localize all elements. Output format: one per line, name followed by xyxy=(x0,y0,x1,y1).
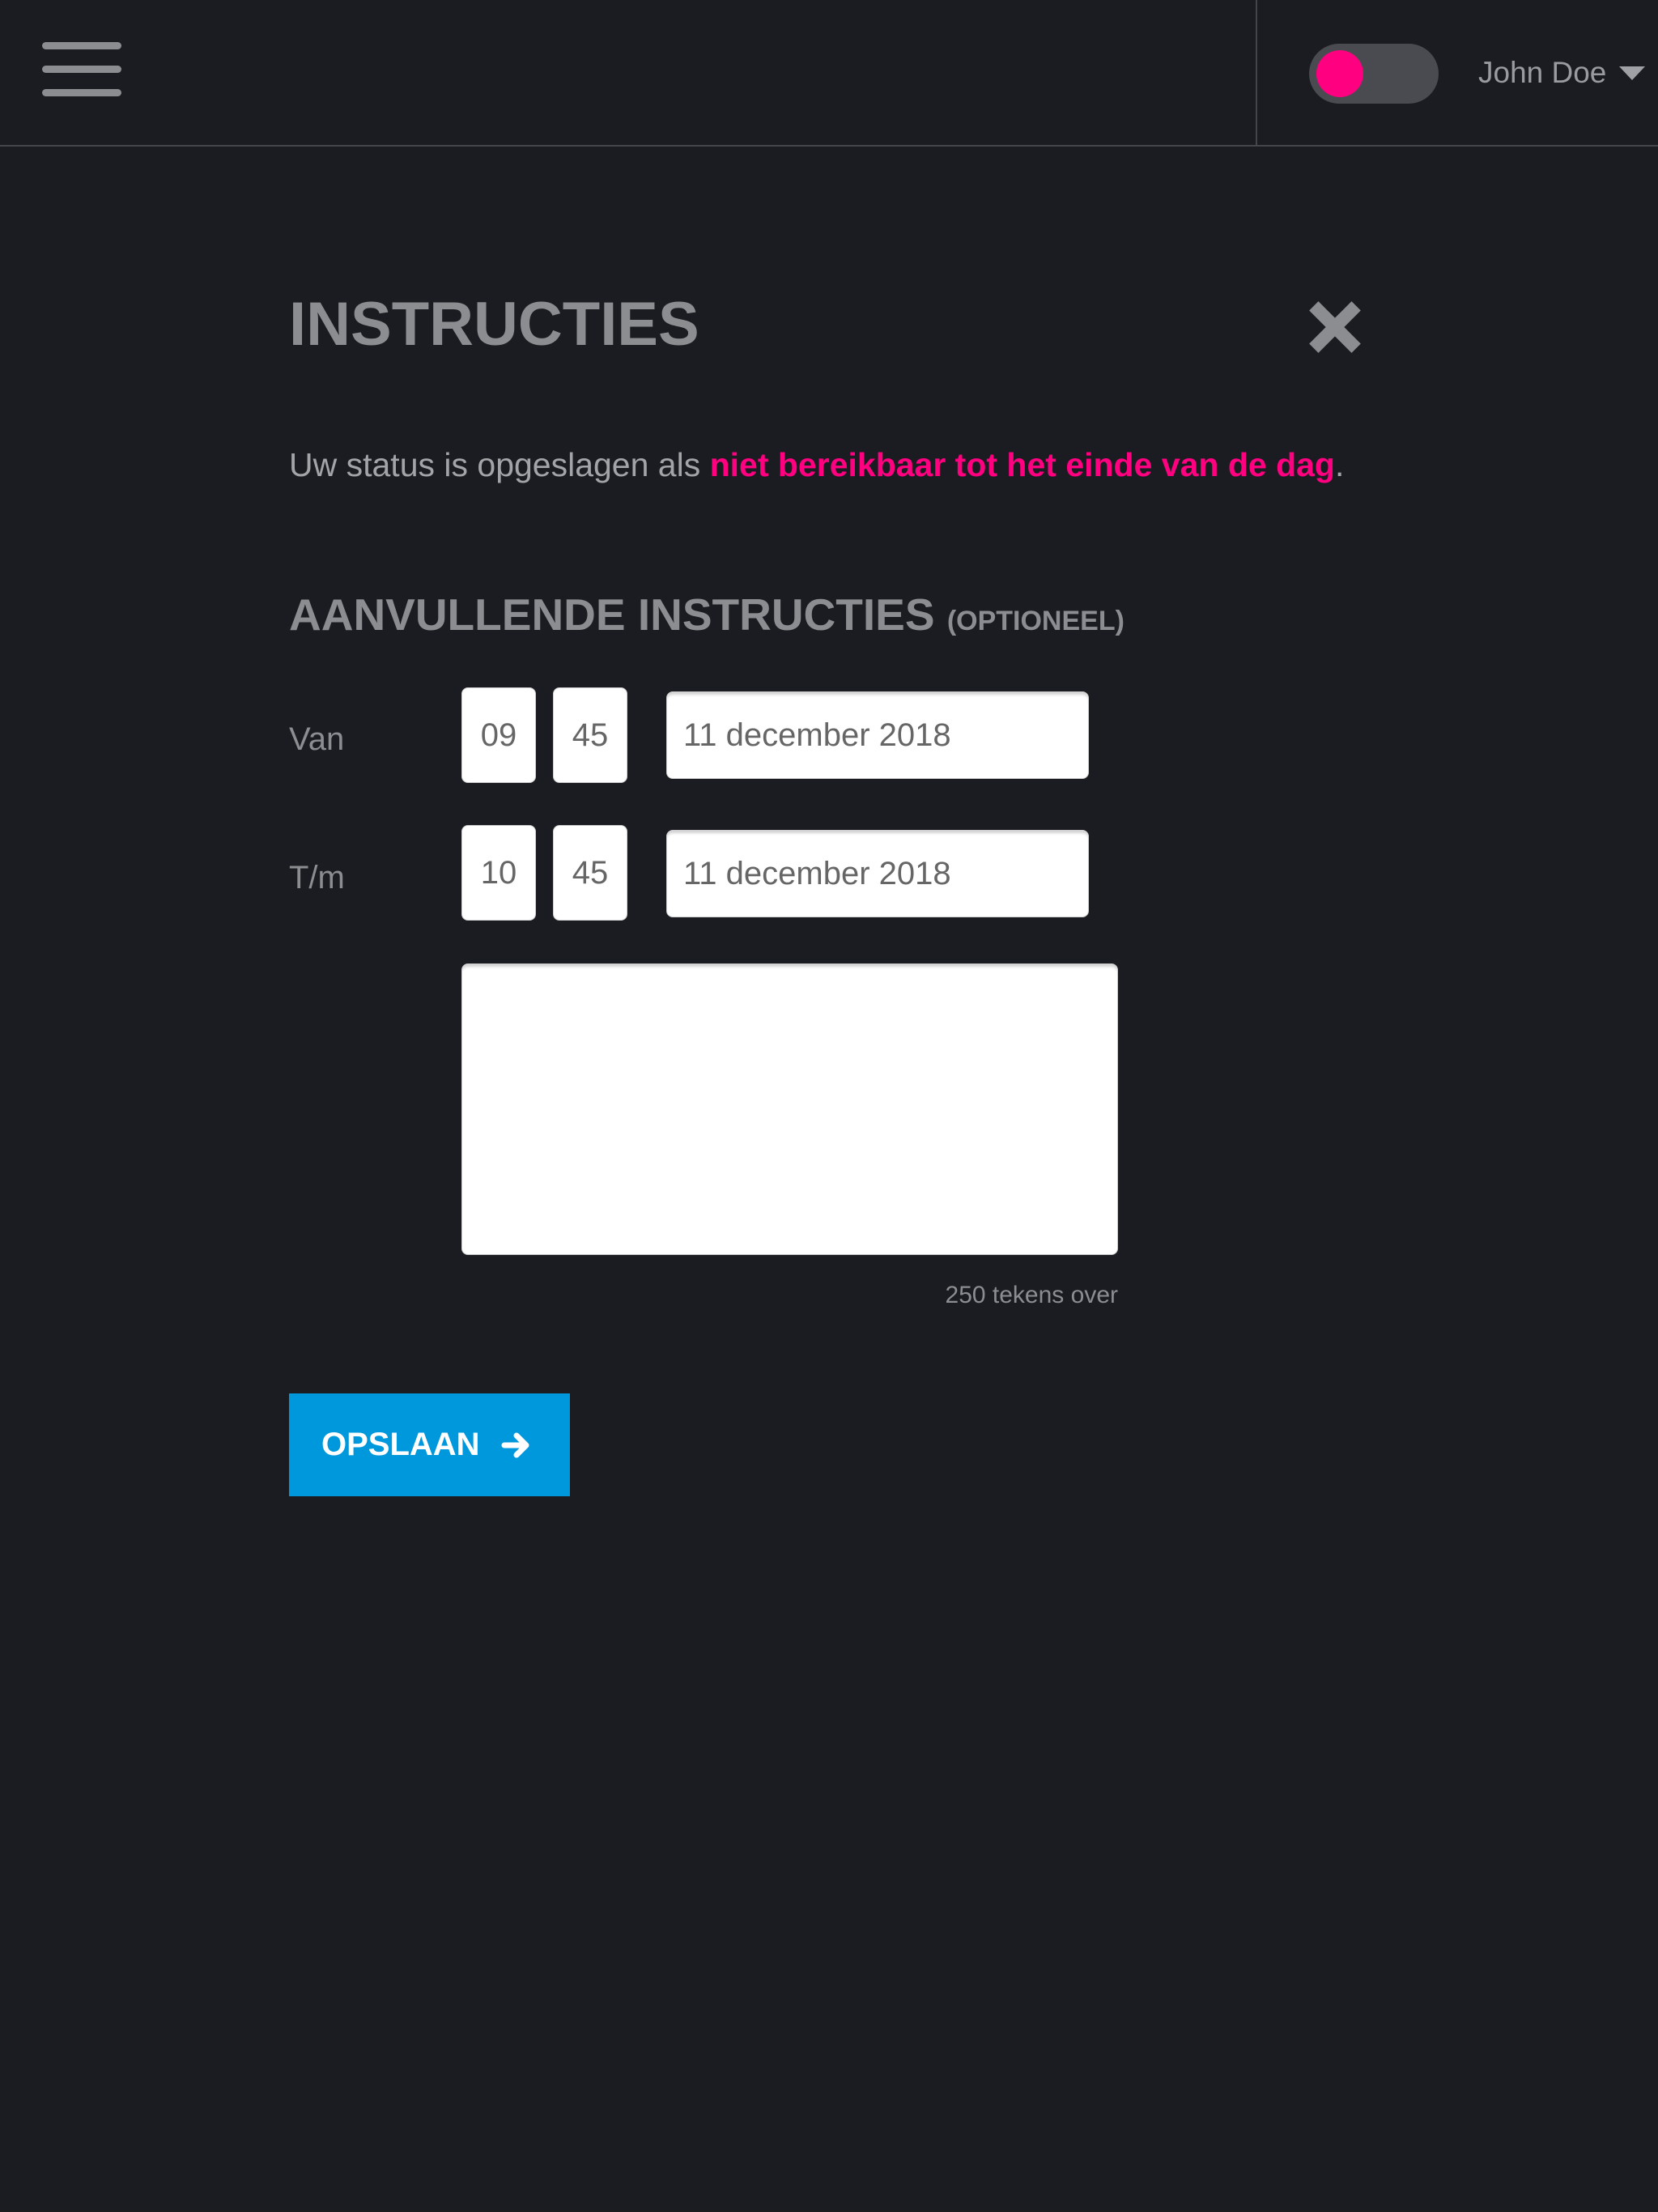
until-label: T/m xyxy=(289,860,345,895)
header-divider xyxy=(1256,0,1257,147)
from-hour-input[interactable] xyxy=(461,687,536,783)
hamburger-menu-icon[interactable] xyxy=(42,42,121,97)
close-icon[interactable] xyxy=(1305,297,1365,357)
section-title: AANVULLENDE INSTRUCTIES (OPTIONEEL) xyxy=(289,586,1124,649)
status-suffix: . xyxy=(1334,446,1345,483)
arrow-right-icon xyxy=(501,1432,529,1457)
caret-down-icon xyxy=(1619,66,1646,80)
optional-label: (OPTIONEEL) xyxy=(946,606,1124,636)
from-date-input[interactable] xyxy=(666,691,1089,779)
from-label: Van xyxy=(289,721,345,757)
save-button-label: OPSLAAN xyxy=(321,1427,480,1462)
until-minute-input[interactable] xyxy=(553,825,627,921)
section-title-text: AANVULLENDE INSTRUCTIES xyxy=(289,589,935,640)
toggle-knob xyxy=(1316,50,1363,97)
until-hour-input[interactable] xyxy=(461,825,536,921)
char-counter: 250 tekens over xyxy=(945,1282,1118,1308)
from-minute-input[interactable] xyxy=(553,687,627,783)
until-date-input[interactable] xyxy=(666,830,1089,917)
status-prefix: Uw status is opgeslagen als xyxy=(289,446,710,483)
user-menu[interactable]: John Doe xyxy=(1478,50,1646,96)
instructions-textarea[interactable] xyxy=(461,963,1118,1255)
page-title: INSTRUCTIES xyxy=(289,290,699,359)
save-button[interactable]: OPSLAAN xyxy=(289,1393,570,1496)
status-toggle[interactable] xyxy=(1309,44,1439,104)
top-bar: John Doe xyxy=(0,0,1658,147)
user-name: John Doe xyxy=(1478,56,1607,89)
status-highlight: niet bereikbaar tot het einde van de dag xyxy=(709,446,1335,483)
status-message: Uw status is opgeslagen als niet bereikb… xyxy=(289,444,1344,486)
